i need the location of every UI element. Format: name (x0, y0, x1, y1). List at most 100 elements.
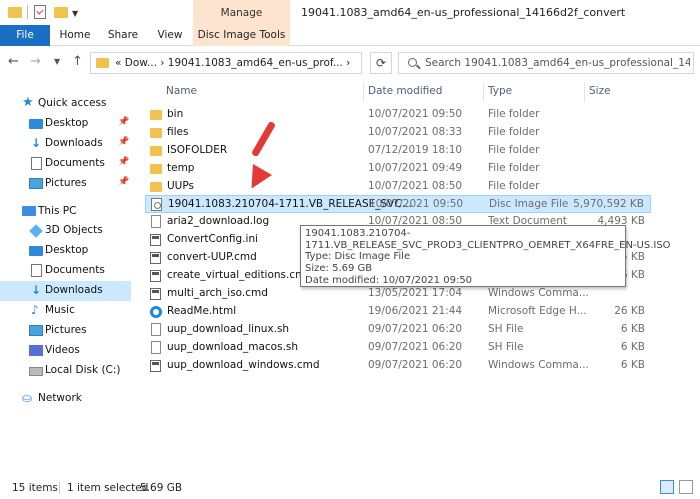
navigation-pane: ★ Quick access Desktop 📌 ↓ Downloads 📌 D… (0, 82, 137, 475)
download-icon: ↓ (31, 283, 42, 297)
cmd-file-icon (150, 288, 161, 300)
navigation-bar: ← → ▼ ↑ « Dow... › 19041.1083_amd64_en-u… (0, 47, 700, 78)
sidebar-item-desktop-pinned[interactable]: Desktop 📌 (0, 114, 131, 134)
file-row-iso-selected[interactable]: 19041.1083.210704-1711.VB_RELEASE_SVC...… (145, 195, 651, 213)
search-input[interactable] (425, 55, 690, 71)
pin-icon[interactable]: 📌 (118, 117, 129, 127)
column-header-date-modified[interactable]: Date modified (368, 83, 442, 102)
file-row-readme[interactable]: ReadMe.html 19/06/2021 21:44 Microsoft E… (145, 303, 651, 321)
status-divider (59, 482, 60, 494)
quick-access-separator (27, 5, 28, 19)
recent-locations-chevron-icon[interactable]: ▼ (54, 57, 60, 66)
tab-disc-image-tools[interactable]: Disc Image Tools (193, 25, 290, 46)
video-icon (29, 345, 43, 356)
window-title: 19041.1083_amd64_en-us_professional_1416… (301, 6, 626, 19)
customize-quick-access-icon[interactable]: ▼ (72, 9, 78, 18)
star-icon: ★ (22, 95, 34, 110)
refresh-button[interactable]: ⟳ (370, 52, 392, 74)
computer-icon (22, 206, 36, 216)
sidebar-item-this-pc[interactable]: This PC (0, 202, 131, 222)
forward-arrow-icon[interactable]: → (30, 54, 41, 69)
download-icon: ↓ (31, 136, 42, 150)
disc-image-icon (151, 198, 162, 211)
selection-size: 5.69 GB (140, 482, 183, 494)
file-row-uups[interactable]: UUPs 10/07/2021 08:50 File folder (145, 178, 651, 196)
search-icon (408, 58, 417, 67)
selection-count: 1 item selected (67, 482, 149, 494)
document-icon (31, 264, 42, 277)
file-info-tooltip: 19041.1083.210704- 1711.VB_RELEASE_SVC_P… (300, 225, 671, 287)
sidebar-item-documents[interactable]: Documents (0, 261, 131, 281)
sidebar-item-3d-objects[interactable]: 3D Objects (0, 221, 131, 241)
sidebar-item-desktop[interactable]: Desktop (0, 241, 131, 261)
large-icons-view-icon[interactable] (679, 480, 693, 494)
column-divider[interactable] (483, 83, 484, 102)
file-row-uup-download-macos[interactable]: uup_download_macos.sh 09/07/2021 06:20 S… (145, 339, 651, 357)
sidebar-item-downloads-pinned[interactable]: ↓ Downloads 📌 (0, 134, 131, 154)
column-header-size[interactable]: Size (589, 83, 611, 102)
file-row-bin[interactable]: bin 10/07/2021 09:50 File folder (145, 106, 651, 124)
file-row-uup-download-linux[interactable]: uup_download_linux.sh 09/07/2021 06:20 S… (145, 321, 651, 339)
column-divider[interactable] (584, 83, 585, 102)
document-icon (31, 157, 42, 170)
ribbon-tabs: File Home Share View Disc Image Tools (0, 25, 700, 46)
file-row-isofolder[interactable]: ISOFOLDER 07/12/2019 18:10 File folder (145, 142, 651, 160)
up-arrow-icon[interactable]: ↑ (72, 54, 83, 69)
music-icon: ♪ (31, 303, 39, 317)
cube-icon (29, 224, 43, 238)
search-box[interactable] (398, 52, 694, 74)
sidebar-item-downloads[interactable]: ↓ Downloads (0, 281, 131, 301)
network-icon: ⛀ (22, 391, 33, 405)
sidebar-item-local-disk[interactable]: Local Disk (C:) (0, 361, 131, 381)
pin-icon[interactable]: 📌 (118, 157, 129, 167)
disk-icon (29, 367, 43, 376)
sidebar-item-pictures[interactable]: Pictures (0, 321, 131, 341)
file-row-temp[interactable]: temp 10/07/2021 09:49 File folder (145, 160, 651, 178)
sidebar-item-network[interactable]: ⛀ Network (0, 389, 131, 409)
address-path[interactable]: « Dow... › 19041.1083_amd64_en-us_prof..… (115, 57, 350, 69)
pin-icon[interactable]: 📌 (118, 177, 129, 187)
folder-icon (150, 146, 162, 156)
folder-icon (150, 164, 162, 174)
tab-file[interactable]: File (0, 25, 50, 46)
details-view-icon[interactable] (660, 480, 674, 494)
back-arrow-icon[interactable]: ← (8, 54, 19, 69)
column-header-name[interactable]: Name (166, 83, 197, 102)
new-folder-icon[interactable] (54, 7, 68, 18)
sidebar-item-videos[interactable]: Videos (0, 341, 131, 361)
pin-icon[interactable]: 📌 (118, 137, 129, 147)
title-bar: ▼ Manage 19041.1083_amd64_en-us_professi… (0, 0, 700, 25)
column-header-type[interactable]: Type (488, 83, 512, 102)
sidebar-item-music[interactable]: ♪ Music (0, 301, 131, 321)
folder-icon (150, 110, 162, 120)
folder-icon (150, 182, 162, 192)
edge-icon (150, 306, 162, 318)
cmd-file-icon (150, 252, 161, 264)
desktop-icon (29, 119, 43, 129)
manage-contextual-tab: Manage (193, 0, 290, 25)
pictures-icon (29, 325, 43, 336)
desktop-icon (29, 246, 43, 256)
file-row-uup-download-windows[interactable]: uup_download_windows.cmd 09/07/2021 06:2… (145, 357, 651, 375)
status-bar: 15 items 1 item selected 5.69 GB (0, 476, 700, 499)
file-row-files[interactable]: files 10/07/2021 08:33 File folder (145, 124, 651, 142)
folder-icon (8, 7, 22, 18)
tab-share[interactable]: Share (104, 25, 142, 46)
item-count: 15 items (12, 482, 58, 494)
folder-icon (96, 58, 109, 68)
column-divider[interactable] (363, 83, 364, 102)
tab-home[interactable]: Home (55, 25, 95, 46)
text-file-icon (151, 323, 161, 336)
properties-icon[interactable] (34, 5, 46, 19)
address-bar[interactable]: « Dow... › 19041.1083_amd64_en-us_prof..… (90, 52, 362, 74)
cmd-file-icon (150, 360, 161, 372)
text-file-icon (151, 215, 161, 228)
cmd-file-icon (150, 270, 161, 282)
folder-icon (150, 128, 162, 138)
sidebar-item-pictures-pinned[interactable]: Pictures 📌 (0, 174, 131, 194)
sidebar-item-quick-access[interactable]: ★ Quick access (0, 94, 131, 114)
file-row-multi-arch-iso[interactable]: multi_arch_iso.cmd 13/05/2021 17:04 Wind… (145, 285, 651, 303)
tab-view[interactable]: View (151, 25, 189, 46)
sidebar-item-documents-pinned[interactable]: Documents 📌 (0, 154, 131, 174)
text-file-icon (151, 341, 161, 354)
